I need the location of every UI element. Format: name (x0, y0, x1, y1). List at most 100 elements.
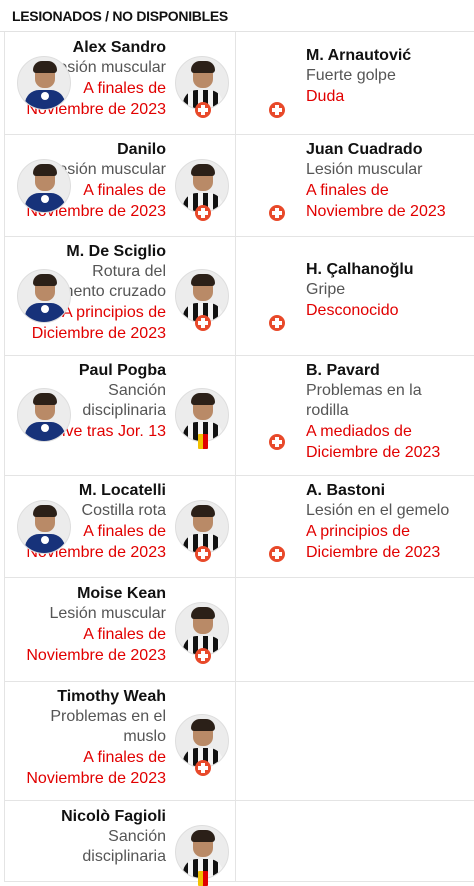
absence-reason: Gripe (306, 281, 346, 298)
player-row: Alex Sandro Lesión muscular A finales de No… (4, 32, 474, 135)
player-name[interactable]: B. Pavard (306, 361, 440, 381)
expected-return: Desconocido (306, 302, 399, 319)
medical-cross-icon (195, 102, 211, 118)
expected-return: Noviembre de 2023 (26, 770, 166, 787)
jersey-shape (25, 534, 65, 553)
player-info: Nicolò Fagioli Sanción disciplinaria (61, 807, 166, 867)
player-row: Paul Pogba Sanción disciplinaria Vuelve tra… (4, 356, 474, 476)
medical-cross-icon (269, 102, 285, 118)
player-cell[interactable]: A. Bastoni Lesión en el gemelo A principio… (17, 476, 474, 577)
expected-return: Diciembre de 2023 (306, 544, 441, 561)
hair-shape (191, 61, 215, 73)
hair-shape (191, 607, 215, 619)
absence-reason: Sanción (108, 828, 166, 845)
hair-shape (33, 505, 57, 517)
unavailable-players-list: Alex Sandro Lesión muscular A finales de No… (0, 32, 474, 886)
expected-return: Duda (306, 88, 345, 105)
player-avatar[interactable] (17, 159, 71, 213)
player-info: M. Arnautović Fuerte golpe Duda (306, 46, 411, 107)
player-cell[interactable]: Juan Cuadrado Lesión muscular A finales de… (17, 135, 474, 236)
player-avatar[interactable] (17, 388, 71, 442)
absence-reason: muslo (123, 728, 166, 745)
player-row: M. De Sciglio Rotura del ligamento cruzado… (4, 237, 474, 356)
medical-cross-icon (195, 546, 211, 562)
expected-return: A finales de (306, 182, 389, 199)
player-name[interactable]: M. Locatelli (26, 481, 166, 501)
hair-shape (33, 61, 57, 73)
jersey-shape (25, 303, 65, 322)
player-row: M. Locatelli Costilla rota A finales de Nov… (4, 476, 474, 578)
hair-shape (191, 274, 215, 286)
player-name[interactable]: H. Çalhanoğlu (306, 260, 414, 280)
expected-return: A finales de (83, 626, 166, 643)
expected-return: A principios de (306, 523, 411, 540)
expected-return: Noviembre de 2023 (26, 647, 166, 664)
medical-cross-icon (195, 648, 211, 664)
absence-reason: rodilla (306, 402, 349, 419)
player-cell[interactable]: M. Arnautović Fuerte golpe Duda (17, 32, 474, 134)
hair-shape (191, 719, 215, 731)
player-avatar[interactable] (17, 56, 71, 110)
jersey-shape (25, 422, 65, 441)
absence-reason: Problemas en el (50, 708, 166, 725)
yellow-red-card-icon (198, 871, 208, 886)
medical-cross-icon (195, 315, 211, 331)
jersey-shape (25, 90, 65, 109)
player-info: Timothy Weah Problemas en el muslo A finale… (26, 687, 166, 789)
player-cell[interactable]: Timothy Weah Problemas en el muslo A finale… (4, 682, 236, 800)
hair-shape (33, 393, 57, 405)
player-cell[interactable]: Nicolò Fagioli Sanción disciplinaria (4, 801, 236, 886)
player-cell[interactable]: H. Çalhanoğlu Gripe Desconocido (17, 237, 474, 355)
player-name[interactable]: A. Bastoni (306, 481, 449, 501)
player-name[interactable]: M. De Sciglio (32, 242, 166, 262)
hair-shape (33, 274, 57, 286)
player-name[interactable]: Moise Kean (26, 584, 166, 604)
yellow-red-card-icon (198, 434, 208, 449)
player-name[interactable]: M. Arnautović (306, 46, 411, 66)
player-info: H. Çalhanoğlu Gripe Desconocido (306, 260, 414, 321)
hair-shape (191, 505, 215, 517)
player-name[interactable]: Paul Pogba (34, 361, 166, 381)
player-row: Danilo Lesión muscular A finales de Noviemb… (4, 135, 474, 237)
jersey-shape (25, 193, 65, 212)
player-info: Juan Cuadrado Lesión muscular A finales de… (306, 140, 446, 222)
player-avatar[interactable] (17, 500, 71, 554)
empty-cell (236, 801, 474, 881)
player-info: B. Pavard Problemas en la rodilla A mediado… (306, 361, 440, 463)
empty-cell (236, 682, 474, 800)
expected-return: Diciembre de 2023 (31, 325, 166, 342)
medical-cross-icon (269, 434, 285, 450)
player-row: Moise Kean Lesión muscular A finales de Nov… (4, 578, 474, 682)
hair-shape (191, 393, 215, 405)
player-name[interactable]: Danilo (26, 140, 166, 160)
player-avatar[interactable] (17, 269, 71, 323)
medical-cross-icon (269, 205, 285, 221)
empty-cell (236, 578, 474, 681)
player-cell[interactable]: Moise Kean Lesión muscular A finales de Nov… (4, 578, 236, 681)
absence-reason: Problemas en la (306, 382, 422, 399)
player-name[interactable]: Juan Cuadrado (306, 140, 446, 160)
hair-shape (33, 164, 57, 176)
player-row: Timothy Weah Problemas en el muslo A finale… (4, 682, 474, 801)
player-name[interactable]: Nicolò Fagioli (61, 807, 166, 827)
player-cell[interactable]: B. Pavard Problemas en la rodilla A mediado… (17, 356, 474, 475)
absence-reason: Fuerte golpe (306, 67, 396, 84)
player-info: A. Bastoni Lesión en el gemelo A principio… (306, 481, 449, 563)
hair-shape (191, 164, 215, 176)
hair-shape (191, 830, 215, 842)
medical-cross-icon (269, 546, 285, 562)
absence-reason: Lesión muscular (49, 605, 167, 622)
expected-return: A finales de (83, 749, 166, 766)
player-name[interactable]: Alex Sandro (26, 38, 166, 58)
absence-reason: disciplinaria (82, 848, 166, 865)
player-info: Moise Kean Lesión muscular A finales de Nov… (26, 584, 166, 666)
expected-return: A mediados de (306, 423, 412, 440)
medical-cross-icon (195, 760, 211, 776)
expected-return: Noviembre de 2023 (306, 203, 446, 220)
player-row: Nicolò Fagioli Sanción disciplinaria (4, 801, 474, 886)
medical-cross-icon (195, 205, 211, 221)
expected-return: Diciembre de 2023 (306, 444, 441, 461)
absence-reason: Lesión en el gemelo (306, 502, 450, 519)
absence-reason: Lesión muscular (306, 161, 423, 178)
player-name[interactable]: Timothy Weah (26, 687, 166, 707)
